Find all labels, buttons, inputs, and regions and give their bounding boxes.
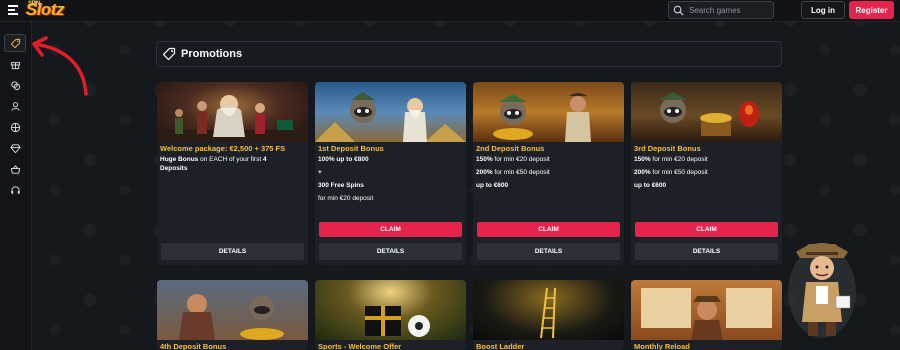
promo-card-monthly-reload: Monthly Reload [631, 280, 782, 350]
promo-title: 1st Deposit Bonus [318, 144, 384, 153]
promo-title: Welcome package: €2,500 + 375 FS [160, 144, 286, 153]
promo-title: 2nd Deposit Bonus [476, 144, 545, 153]
promo-image-welcome [157, 82, 308, 142]
details-button[interactable]: DETAILS [161, 243, 304, 260]
promo-card-boost-ladder: Boost Ladder [473, 280, 624, 350]
top-bar: SPIN Slotz Log in Register [0, 0, 900, 22]
claim-button[interactable]: CLAIM [635, 222, 778, 237]
promo-image-sports [315, 280, 466, 340]
details-button[interactable]: DETAILS [635, 243, 778, 260]
calendar-cowboy-icon [641, 288, 772, 340]
sidebar-item-shop[interactable] [4, 160, 26, 178]
menu-toggle-icon[interactable] [8, 5, 20, 17]
promo-image-monthly-reload [631, 280, 782, 340]
promo-card-deposit-2: 2nd Deposit Bonus 150% for min €20 depos… [473, 82, 624, 265]
page-title: Promotions [181, 48, 243, 60]
gift-football-icon [365, 306, 430, 337]
chips-icon [10, 80, 20, 90]
promo-description: Huge Bonus on EACH of your first 4 Depos… [160, 156, 267, 172]
promo-card-deposit-3: 3rd Deposit Bonus 150% for min €20 depos… [631, 82, 782, 265]
sidebar [0, 22, 32, 350]
raccoon-treasure-icon [659, 92, 759, 136]
promo-image-deposit-2 [473, 82, 624, 142]
promo-image-deposit-1 [315, 82, 466, 142]
promo-description: 150% for min €20 deposit 200% for min €5… [476, 156, 550, 189]
search-box[interactable] [668, 1, 774, 19]
promo-image-deposit-3 [631, 82, 782, 142]
search-input[interactable] [689, 5, 769, 15]
promo-card-sports: Sports - Welcome Offer [315, 280, 466, 350]
promo-card-welcome: Welcome package: €2,500 + 375 FS Huge Bo… [157, 82, 308, 265]
promo-title: 4th Deposit Bonus [160, 342, 227, 350]
warrior-raccoon-icon [179, 294, 284, 340]
sidebar-item-support[interactable] [4, 181, 26, 199]
sidebar-item-live[interactable] [4, 97, 26, 115]
user-icon [10, 101, 20, 111]
sidebar-item-vip[interactable] [4, 139, 26, 157]
logo-small-text: SPIN [28, 1, 41, 7]
promo-description: 150% for min €20 deposit 200% for min €5… [634, 156, 708, 189]
raccoon-zeus-icon [315, 92, 466, 142]
sidebar-item-sports[interactable] [4, 118, 26, 136]
promo-card-deposit-4: 4th Deposit Bonus [157, 280, 308, 350]
register-button[interactable]: Register [849, 1, 894, 19]
promo-title: Sports - Welcome Offer [318, 342, 402, 350]
promo-title: Monthly Reload [634, 342, 690, 350]
detective-mascot-icon [788, 243, 856, 338]
promo-card-deposit-1: 1st Deposit Bonus 100% up to €800 + 300 … [315, 82, 466, 265]
basket-icon [10, 164, 20, 174]
diamond-icon [9, 143, 21, 153]
tag-icon [162, 47, 176, 61]
details-button[interactable]: DETAILS [319, 243, 462, 260]
tag-icon [10, 38, 20, 48]
search-icon [673, 5, 684, 16]
promo-image-deposit-4 [157, 280, 308, 340]
sidebar-item-bonuses[interactable] [4, 55, 26, 73]
gift-icon [10, 61, 20, 69]
headset-icon [10, 185, 20, 194]
annotation-arrow-icon [32, 36, 88, 96]
promo-title: 3rd Deposit Bonus [634, 144, 701, 153]
login-button[interactable]: Log in [801, 1, 845, 19]
globe-icon [10, 122, 20, 132]
promo-title: Boost Ladder [476, 342, 525, 350]
claim-button[interactable]: CLAIM [319, 222, 462, 237]
zeus-scene-icon [157, 95, 308, 142]
promo-description: 100% up to €800 + 300 Free Spins for min… [318, 156, 374, 202]
sidebar-item-casino[interactable] [4, 76, 26, 94]
raccoon-adventurer-icon [493, 93, 591, 142]
ladder-icon [540, 287, 556, 339]
claim-button[interactable]: CLAIM [477, 222, 620, 237]
promo-image-boost-ladder [473, 280, 624, 340]
sidebar-item-promotions[interactable] [4, 34, 26, 52]
promotions-header: Promotions [156, 41, 782, 67]
details-button[interactable]: DETAILS [477, 243, 620, 260]
logo[interactable]: SPIN Slotz [26, 0, 65, 20]
